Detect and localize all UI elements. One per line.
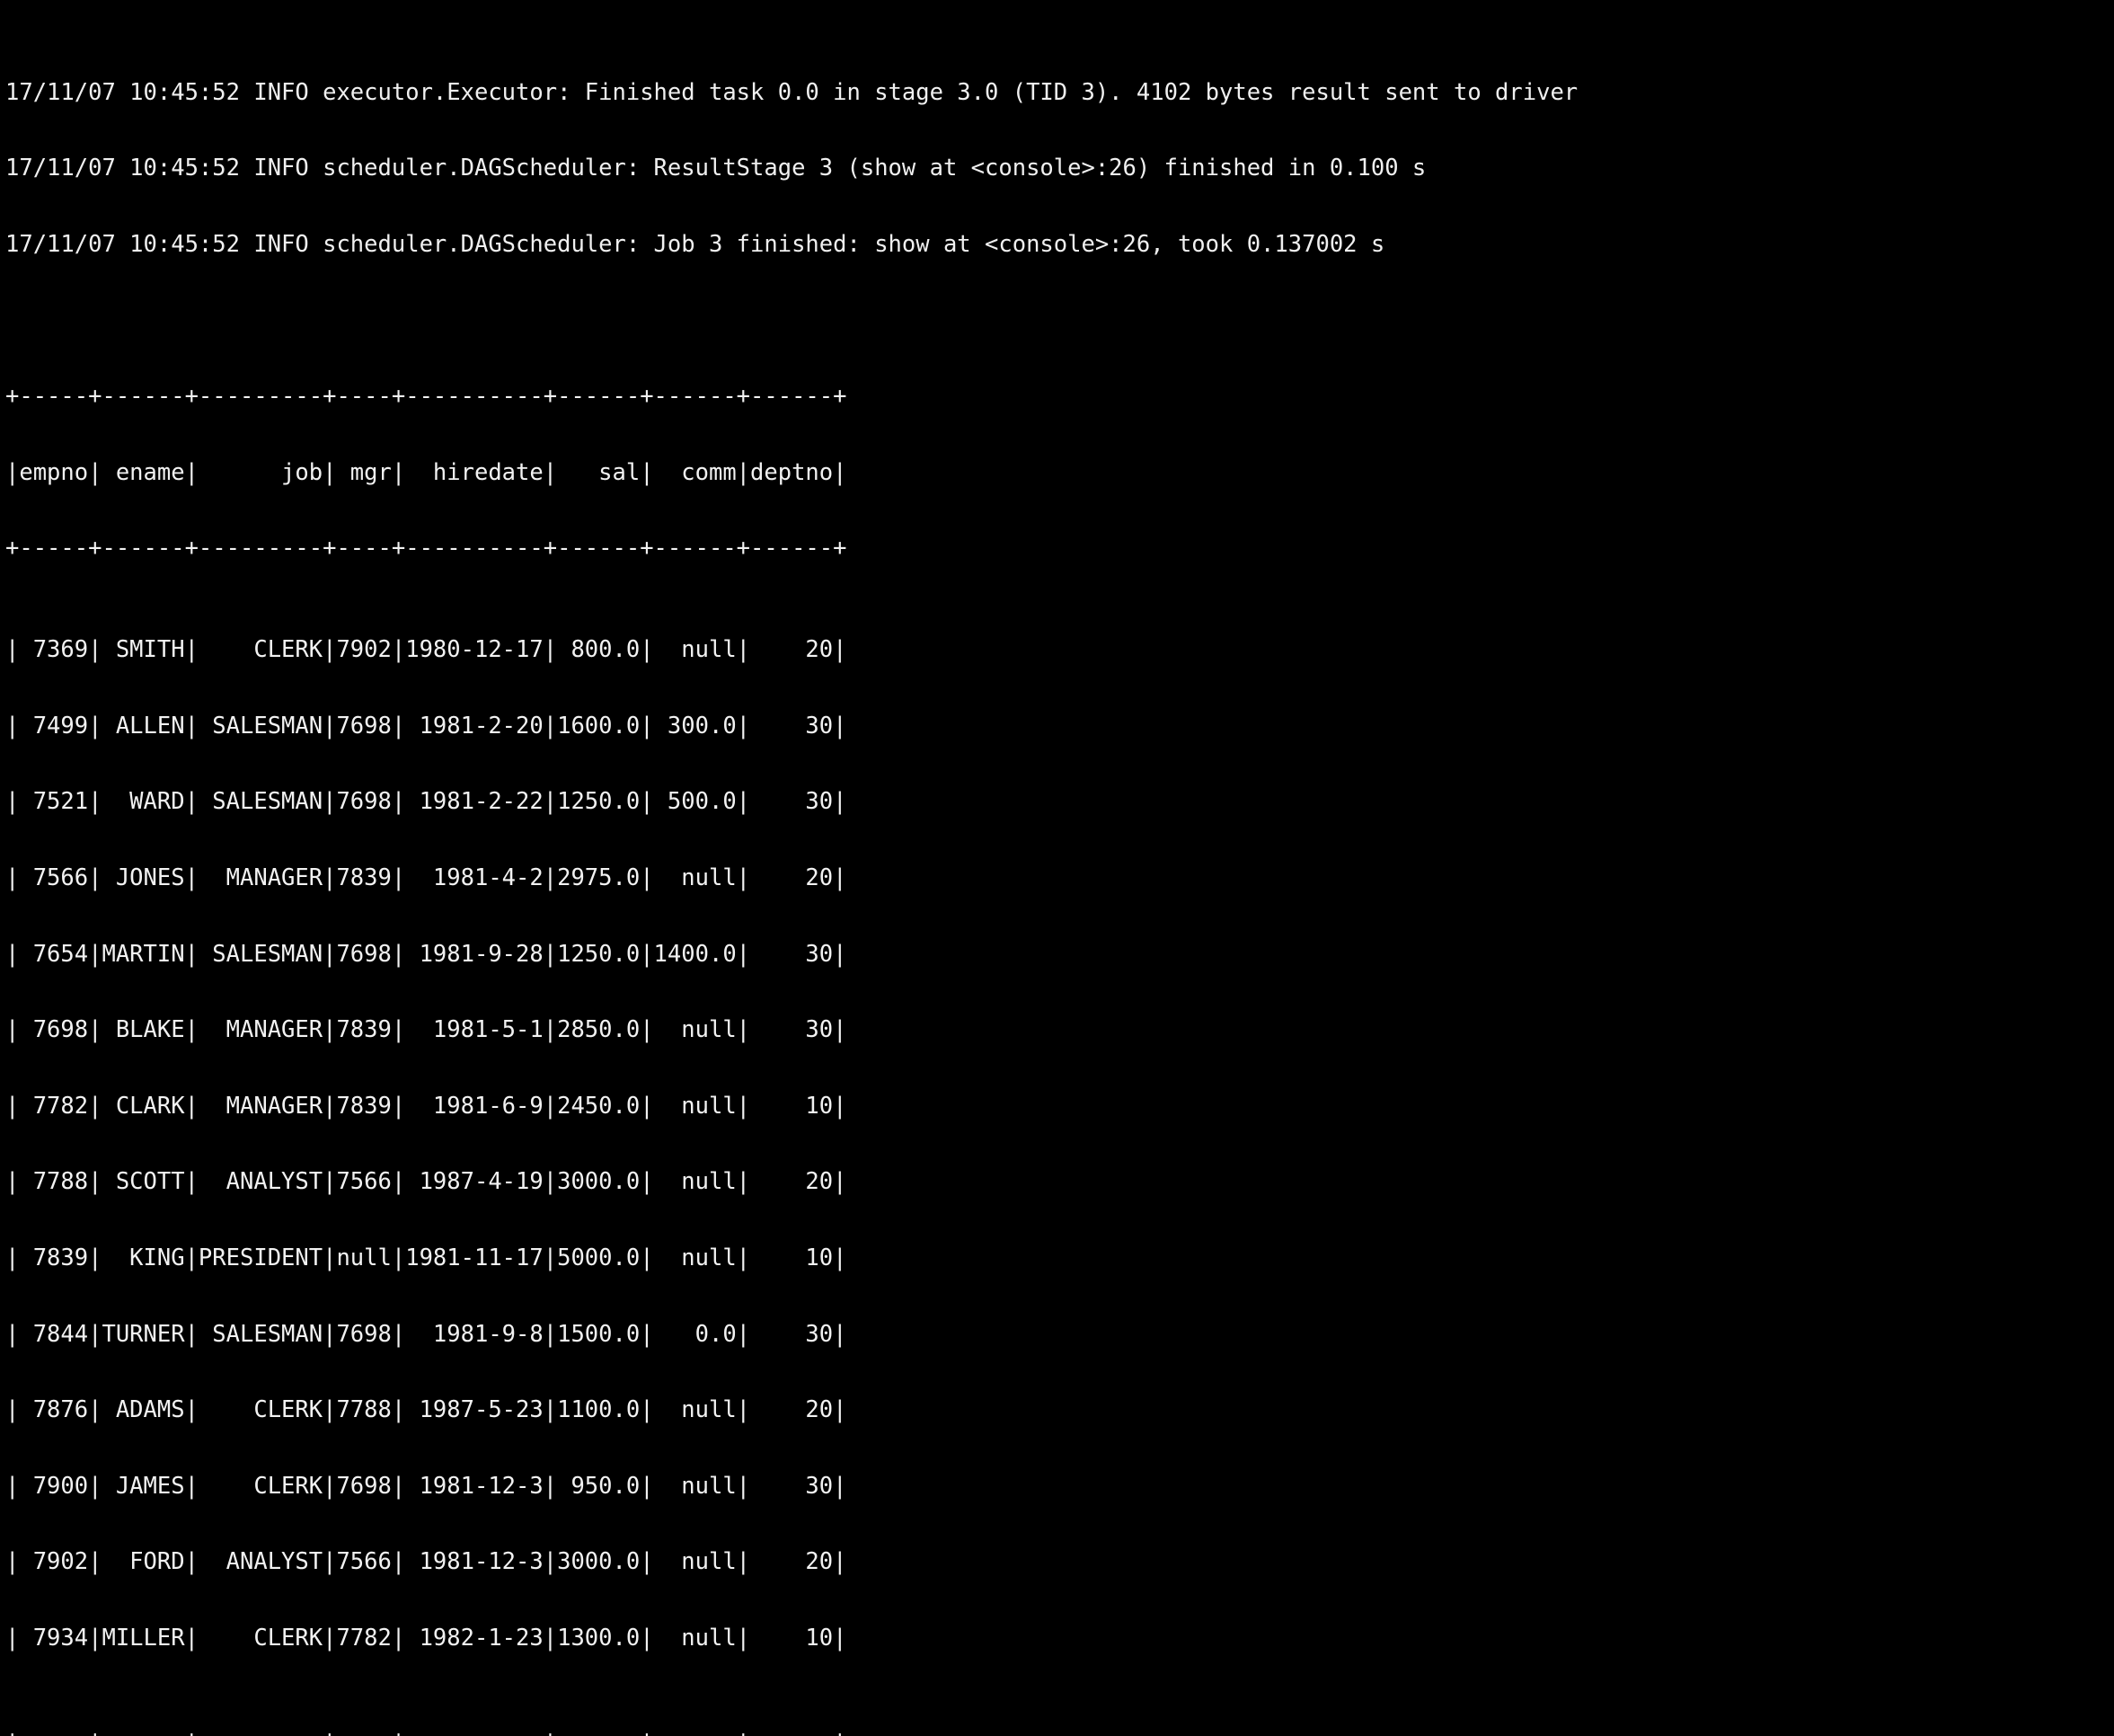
terminal-output-pane[interactable]: 17/11/07 10:45:52 INFO executor.Executor…	[0, 0, 2114, 1736]
log-line-resultstage-finished: 17/11/07 10:45:52 INFO scheduler.DAGSche…	[5, 155, 1427, 182]
table-row: | 7839| KING|PRESIDENT|null|1981-11-17|5…	[5, 1244, 847, 1271]
table-row: | 7934|MILLER| CLERK|7782| 1982-1-23|130…	[5, 1625, 847, 1652]
table-row: | 7499| ALLEN| SALESMAN|7698| 1981-2-20|…	[5, 712, 847, 740]
table-row: | 7900| JAMES| CLERK|7698| 1981-12-3| 95…	[5, 1472, 847, 1500]
table-row: | 7566| JONES| MANAGER|7839| 1981-4-2|29…	[5, 864, 847, 891]
table-row: | 7844|TURNER| SALESMAN|7698| 1981-9-8|1…	[5, 1320, 847, 1348]
table-row: | 7698| BLAKE| MANAGER|7839| 1981-5-1|28…	[5, 1016, 847, 1044]
table-border-bottom: +-----+------+---------+----+----------+…	[5, 1727, 2114, 1736]
log-line-job-finished: 17/11/07 10:45:52 INFO scheduler.DAGSche…	[5, 230, 1385, 258]
table-row: | 7521| WARD| SALESMAN|7698| 1981-2-22|1…	[5, 788, 847, 816]
dataframe-show-table: +-----+------+---------+----+----------+…	[5, 333, 2114, 1736]
table-row: | 7902| FORD| ANALYST|7566| 1981-12-3|30…	[5, 1548, 847, 1576]
table-row: | 7369| SMITH| CLERK|7902|1980-12-17| 80…	[5, 636, 847, 664]
log-line-executor-finished-task: 17/11/07 10:45:52 INFO executor.Executor…	[5, 78, 1579, 106]
table-border-header-separator: +-----+------+---------+----+----------+…	[5, 535, 847, 562]
table-row: | 7782| CLARK| MANAGER|7839| 1981-6-9|24…	[5, 1092, 847, 1120]
table-row: | 7788| SCOTT| ANALYST|7566| 1987-4-19|3…	[5, 1168, 847, 1196]
table-row: | 7876| ADAMS| CLERK|7788| 1987-5-23|110…	[5, 1396, 847, 1424]
table-row: | 7654|MARTIN| SALESMAN|7698| 1981-9-28|…	[5, 940, 847, 968]
table-header-row: |empno| ename| job| mgr| hiredate| sal| …	[5, 458, 847, 486]
table-border-top: +-----+------+---------+----+----------+…	[5, 383, 847, 411]
